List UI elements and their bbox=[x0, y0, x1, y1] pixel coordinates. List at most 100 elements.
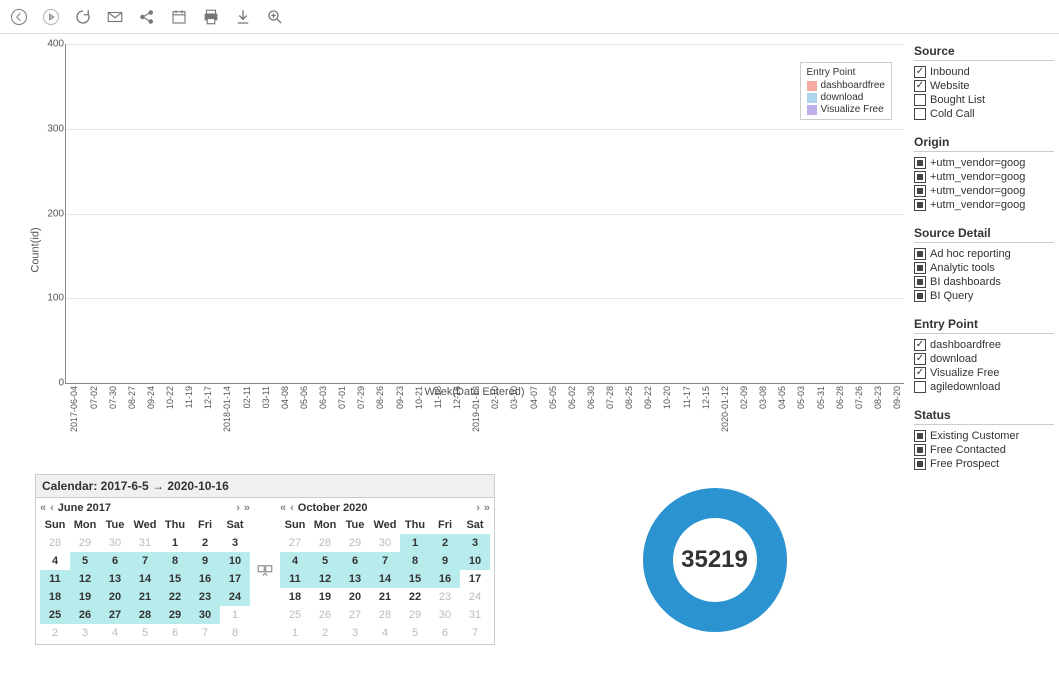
checkbox-icon[interactable] bbox=[914, 80, 926, 92]
cal-day[interactable]: 13 bbox=[100, 570, 130, 588]
cal-day[interactable]: 21 bbox=[130, 588, 160, 606]
play-icon[interactable] bbox=[42, 8, 60, 26]
cal-day[interactable]: 19 bbox=[70, 588, 100, 606]
cal-day[interactable]: 29 bbox=[400, 606, 430, 624]
cal-day[interactable]: 17 bbox=[460, 570, 490, 588]
print-icon[interactable] bbox=[202, 8, 220, 26]
filter-item[interactable]: Existing Customer bbox=[914, 429, 1054, 443]
cal-next-month[interactable]: › bbox=[236, 502, 240, 514]
cal-day[interactable]: 23 bbox=[190, 588, 220, 606]
cal-day[interactable]: 9 bbox=[190, 552, 220, 570]
cal-day[interactable]: 28 bbox=[310, 534, 340, 552]
filter-item[interactable]: Bought List bbox=[914, 93, 1054, 107]
cal-day[interactable]: 29 bbox=[160, 606, 190, 624]
filter-item[interactable]: +utm_vendor=goog bbox=[914, 170, 1054, 184]
cal-next-year[interactable]: » bbox=[484, 502, 490, 514]
refresh-icon[interactable] bbox=[74, 8, 92, 26]
back-icon[interactable] bbox=[10, 8, 28, 26]
cal-day[interactable]: 3 bbox=[460, 534, 490, 552]
cal-day[interactable]: 12 bbox=[310, 570, 340, 588]
cal-day[interactable]: 5 bbox=[310, 552, 340, 570]
filter-item[interactable]: Analytic tools bbox=[914, 261, 1054, 275]
filter-item[interactable]: Cold Call bbox=[914, 107, 1054, 121]
cal-day[interactable]: 15 bbox=[160, 570, 190, 588]
cal-prev-year[interactable]: « bbox=[40, 502, 46, 514]
cal-day[interactable]: 28 bbox=[40, 534, 70, 552]
checkbox-icon[interactable] bbox=[914, 381, 926, 393]
cal-day[interactable]: 21 bbox=[370, 588, 400, 606]
checkbox-icon[interactable] bbox=[914, 66, 926, 78]
calendar-link-icon[interactable] bbox=[254, 498, 276, 644]
cal-day[interactable]: 14 bbox=[370, 570, 400, 588]
cal-day[interactable]: 23 bbox=[430, 588, 460, 606]
cal-day[interactable]: 12 bbox=[70, 570, 100, 588]
cal-day[interactable]: 8 bbox=[160, 552, 190, 570]
cal-day[interactable]: 11 bbox=[280, 570, 310, 588]
calendar-icon[interactable] bbox=[170, 8, 188, 26]
cal-day[interactable]: 7 bbox=[130, 552, 160, 570]
cal-day[interactable]: 26 bbox=[70, 606, 100, 624]
cal-prev-month[interactable]: ‹ bbox=[50, 502, 54, 514]
checkbox-icon[interactable] bbox=[914, 458, 926, 470]
cal-day[interactable]: 20 bbox=[340, 588, 370, 606]
checkbox-icon[interactable] bbox=[914, 353, 926, 365]
filter-item[interactable]: +utm_vendor=goog bbox=[914, 198, 1054, 212]
mail-icon[interactable] bbox=[106, 8, 124, 26]
filter-item[interactable]: Free Contacted bbox=[914, 443, 1054, 457]
checkbox-icon[interactable] bbox=[914, 248, 926, 260]
filter-item[interactable]: Inbound bbox=[914, 65, 1054, 79]
cal-day[interactable]: 30 bbox=[100, 534, 130, 552]
cal-day[interactable]: 1 bbox=[220, 606, 250, 624]
filter-item[interactable]: +utm_vendor=goog bbox=[914, 184, 1054, 198]
cal-day[interactable]: 8 bbox=[220, 624, 250, 642]
cal-day[interactable]: 6 bbox=[100, 552, 130, 570]
cal-day[interactable]: 5 bbox=[130, 624, 160, 642]
cal-day[interactable]: 30 bbox=[430, 606, 460, 624]
checkbox-icon[interactable] bbox=[914, 276, 926, 288]
cal-day[interactable]: 15 bbox=[400, 570, 430, 588]
cal-prev-month[interactable]: ‹ bbox=[290, 502, 294, 514]
cal-day[interactable]: 25 bbox=[40, 606, 70, 624]
zoom-icon[interactable] bbox=[266, 8, 284, 26]
cal-day[interactable]: 11 bbox=[40, 570, 70, 588]
cal-day[interactable]: 16 bbox=[190, 570, 220, 588]
checkbox-icon[interactable] bbox=[914, 199, 926, 211]
cal-day[interactable]: 6 bbox=[160, 624, 190, 642]
checkbox-icon[interactable] bbox=[914, 444, 926, 456]
cal-prev-year[interactable]: « bbox=[280, 502, 286, 514]
checkbox-icon[interactable] bbox=[914, 290, 926, 302]
checkbox-icon[interactable] bbox=[914, 171, 926, 183]
cal-day[interactable]: 27 bbox=[100, 606, 130, 624]
cal-day[interactable]: 5 bbox=[400, 624, 430, 642]
cal-day[interactable]: 16 bbox=[430, 570, 460, 588]
cal-day[interactable]: 2 bbox=[310, 624, 340, 642]
cal-next-month[interactable]: › bbox=[476, 502, 480, 514]
cal-day[interactable]: 27 bbox=[280, 534, 310, 552]
cal-day[interactable]: 29 bbox=[340, 534, 370, 552]
cal-day[interactable]: 7 bbox=[190, 624, 220, 642]
checkbox-icon[interactable] bbox=[914, 157, 926, 169]
cal-day[interactable]: 18 bbox=[40, 588, 70, 606]
cal-day[interactable]: 29 bbox=[70, 534, 100, 552]
cal-day[interactable]: 25 bbox=[280, 606, 310, 624]
share-icon[interactable] bbox=[138, 8, 156, 26]
cal-day[interactable]: 4 bbox=[40, 552, 70, 570]
cal-day[interactable]: 24 bbox=[460, 588, 490, 606]
cal-day[interactable]: 6 bbox=[430, 624, 460, 642]
filter-item[interactable]: BI dashboards bbox=[914, 275, 1054, 289]
cal-day[interactable]: 4 bbox=[370, 624, 400, 642]
cal-day[interactable]: 1 bbox=[400, 534, 430, 552]
checkbox-icon[interactable] bbox=[914, 262, 926, 274]
filter-item[interactable]: Ad hoc reporting bbox=[914, 247, 1054, 261]
cal-day[interactable]: 30 bbox=[370, 534, 400, 552]
checkbox-icon[interactable] bbox=[914, 339, 926, 351]
cal-day[interactable]: 31 bbox=[130, 534, 160, 552]
cal-day[interactable]: 7 bbox=[370, 552, 400, 570]
filter-item[interactable]: Free Prospect bbox=[914, 457, 1054, 471]
filter-item[interactable]: download bbox=[914, 352, 1054, 366]
cal-day[interactable]: 19 bbox=[310, 588, 340, 606]
cal-day[interactable]: 28 bbox=[370, 606, 400, 624]
cal-day[interactable]: 4 bbox=[280, 552, 310, 570]
cal-day[interactable]: 3 bbox=[340, 624, 370, 642]
checkbox-icon[interactable] bbox=[914, 430, 926, 442]
